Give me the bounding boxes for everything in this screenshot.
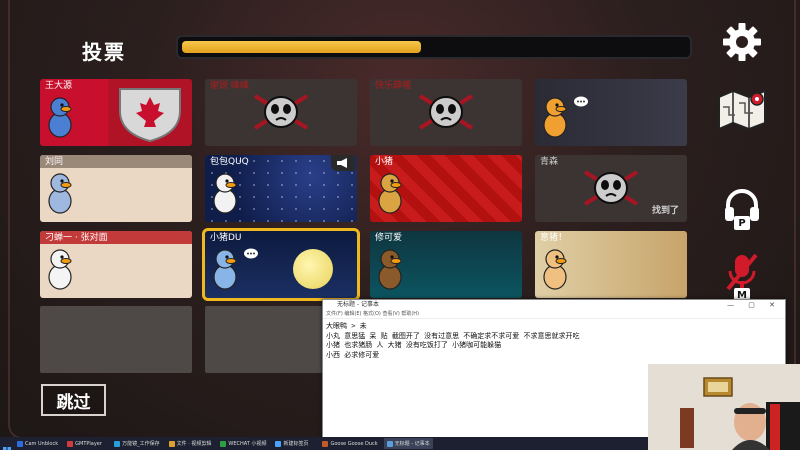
taskbar-item[interactable]: 新建标签页 bbox=[272, 438, 316, 449]
app-icon bbox=[275, 440, 282, 447]
notepad-text-area[interactable]: 大眼鸭 > 未小丸 意思猛 呆 贴 截图开了 没有过意思 不确定求不求可爱 不求… bbox=[323, 319, 785, 363]
duck-avatar-icon bbox=[375, 171, 405, 215]
mic-muted-icon bbox=[726, 253, 758, 291]
duck-avatar-icon bbox=[540, 247, 570, 291]
player-name: 青森 bbox=[540, 157, 559, 167]
taskbar-item[interactable]: Cam Unblock bbox=[14, 438, 61, 449]
taskbar-item[interactable]: WECHAT 小视频 bbox=[217, 438, 269, 449]
taskbar-item-label: 无标题 - 记事本 bbox=[394, 441, 430, 447]
taskbar-item[interactable]: 万能镜_工作保存 bbox=[111, 438, 163, 449]
app-icon bbox=[220, 440, 227, 447]
canada-shield-icon bbox=[114, 83, 186, 146]
player-name: 包包QUQ bbox=[210, 157, 249, 167]
webcam-overlay bbox=[648, 364, 800, 450]
player-name: 快乐薛喵 bbox=[375, 81, 412, 91]
notepad-line: 小西 必求修可爱 bbox=[326, 350, 380, 359]
settings-button[interactable] bbox=[720, 20, 764, 64]
player-card[interactable]: 王大源 bbox=[40, 79, 192, 146]
push-to-talk-button[interactable]: P bbox=[720, 178, 764, 234]
player-name: 王大源 bbox=[45, 81, 73, 91]
dead-player-icon bbox=[251, 92, 311, 136]
player-name: 小猪 bbox=[375, 157, 394, 167]
taskbar-item-label: 文件 · 视频剪辑 bbox=[176, 441, 212, 447]
player-card[interactable]: 包包QUQ bbox=[205, 155, 357, 222]
taskbar-item[interactable]: Goose Goose Duck bbox=[319, 438, 380, 449]
notepad-line: 小丸 意思猛 呆 贴 截图开了 没有过意思 不确定求不求可爱 不求意思就求开吃 bbox=[326, 331, 580, 340]
player-name: 小猪DU bbox=[210, 233, 242, 243]
duck-avatar-icon bbox=[45, 171, 75, 215]
megaphone-icon bbox=[331, 155, 355, 171]
player-card[interactable]: 刁蝉一 · 张对面 bbox=[40, 231, 192, 298]
duck-avatar-icon bbox=[210, 171, 240, 215]
taskbar-item[interactable]: 文件 · 视频剪辑 bbox=[166, 438, 215, 449]
duck-avatar-icon bbox=[45, 95, 75, 139]
player-card[interactable]: 小猪 bbox=[370, 155, 522, 222]
dead-player-icon bbox=[581, 168, 641, 212]
taskbar-item-label: 万能镜_工作保存 bbox=[122, 441, 160, 447]
vote-timer-bar bbox=[176, 35, 692, 59]
player-card[interactable]: 青森找到了 bbox=[535, 155, 687, 222]
duck-avatar-icon bbox=[540, 95, 570, 139]
taskbar-item-label: Cam Unblock bbox=[25, 440, 59, 447]
notepad-menu[interactable]: 文件(F) 编辑(E) 格式(O) 查看(V) 帮助(H) bbox=[323, 310, 785, 319]
moon-icon bbox=[293, 249, 333, 289]
app-icon bbox=[114, 440, 121, 447]
app-icon bbox=[168, 440, 175, 447]
speech-bubble-icon bbox=[573, 93, 589, 112]
empty-player-slot bbox=[40, 306, 192, 373]
window-controls[interactable]: — ▢ ✕ bbox=[727, 300, 781, 310]
player-card[interactable] bbox=[535, 79, 687, 146]
notepad-title: 无标题 - 记事本 bbox=[337, 301, 379, 308]
taskbar-item[interactable]: 无标题 - 记事本 bbox=[383, 438, 433, 449]
duck-avatar-icon bbox=[210, 247, 240, 291]
player-card[interactable]: 修可爱 bbox=[370, 231, 522, 298]
vote-timer-fill bbox=[182, 41, 421, 53]
player-name: 修可爱 bbox=[375, 233, 403, 243]
push-to-talk-key: P bbox=[734, 216, 750, 230]
app-icon bbox=[322, 440, 329, 447]
taskbar-item-label: WECHAT 小视频 bbox=[228, 441, 267, 447]
mute-button[interactable]: M bbox=[720, 242, 764, 302]
webcam-image bbox=[648, 364, 800, 450]
dead-player-icon bbox=[416, 92, 476, 136]
player-name: 刘同 bbox=[45, 157, 64, 167]
app-icon bbox=[67, 440, 74, 447]
speech-bubble-icon bbox=[243, 245, 259, 264]
skip-vote-button[interactable]: 跳过 bbox=[41, 384, 106, 416]
taskbar-item-label: GMTPlayer bbox=[75, 440, 102, 447]
player-card[interactable]: 小猪DU bbox=[202, 228, 360, 301]
map-icon bbox=[718, 89, 766, 131]
app-icon bbox=[17, 440, 23, 447]
notepad-line: 大眼鸭 > 未 bbox=[326, 322, 367, 330]
taskbar-item-label: Goose Goose Duck bbox=[330, 440, 378, 447]
player-card[interactable]: 谢锐 峰峰 bbox=[205, 79, 357, 146]
player-name: 刁蝉一 · 张对面 bbox=[45, 233, 108, 243]
windows-taskbar: Cam Unblock GMTPlayer 万能镜_工作保存 文件 · 视频剪辑 WEC… bbox=[0, 437, 648, 450]
gear-icon bbox=[723, 23, 761, 61]
page-title: 投票 bbox=[82, 40, 126, 64]
map-button[interactable] bbox=[714, 86, 770, 132]
player-card[interactable]: 快乐薛喵 bbox=[370, 79, 522, 146]
notepad-titlebar: 无标题 - 记事本 — ▢ ✕ bbox=[323, 300, 785, 310]
taskbar-item-label: 新建标签页 bbox=[283, 441, 309, 447]
player-name: 意猪！ bbox=[540, 233, 568, 243]
notepad-line: 小猪 也求猪肠 人 大猪 没有吃饭打了 小猪咖可能躲猫 bbox=[326, 341, 502, 349]
windows-start-icon[interactable] bbox=[3, 440, 11, 450]
player-name: 谢锐 峰峰 bbox=[210, 81, 249, 91]
player-card[interactable]: 刘同 bbox=[40, 155, 192, 222]
body-found-label: 找到了 bbox=[651, 206, 679, 216]
taskbar-item[interactable]: GMTPlayer bbox=[64, 438, 108, 449]
app-icon bbox=[386, 440, 393, 447]
player-card[interactable]: 意猪！ bbox=[535, 231, 687, 298]
duck-avatar-icon bbox=[375, 247, 405, 291]
duck-avatar-icon bbox=[45, 247, 75, 291]
